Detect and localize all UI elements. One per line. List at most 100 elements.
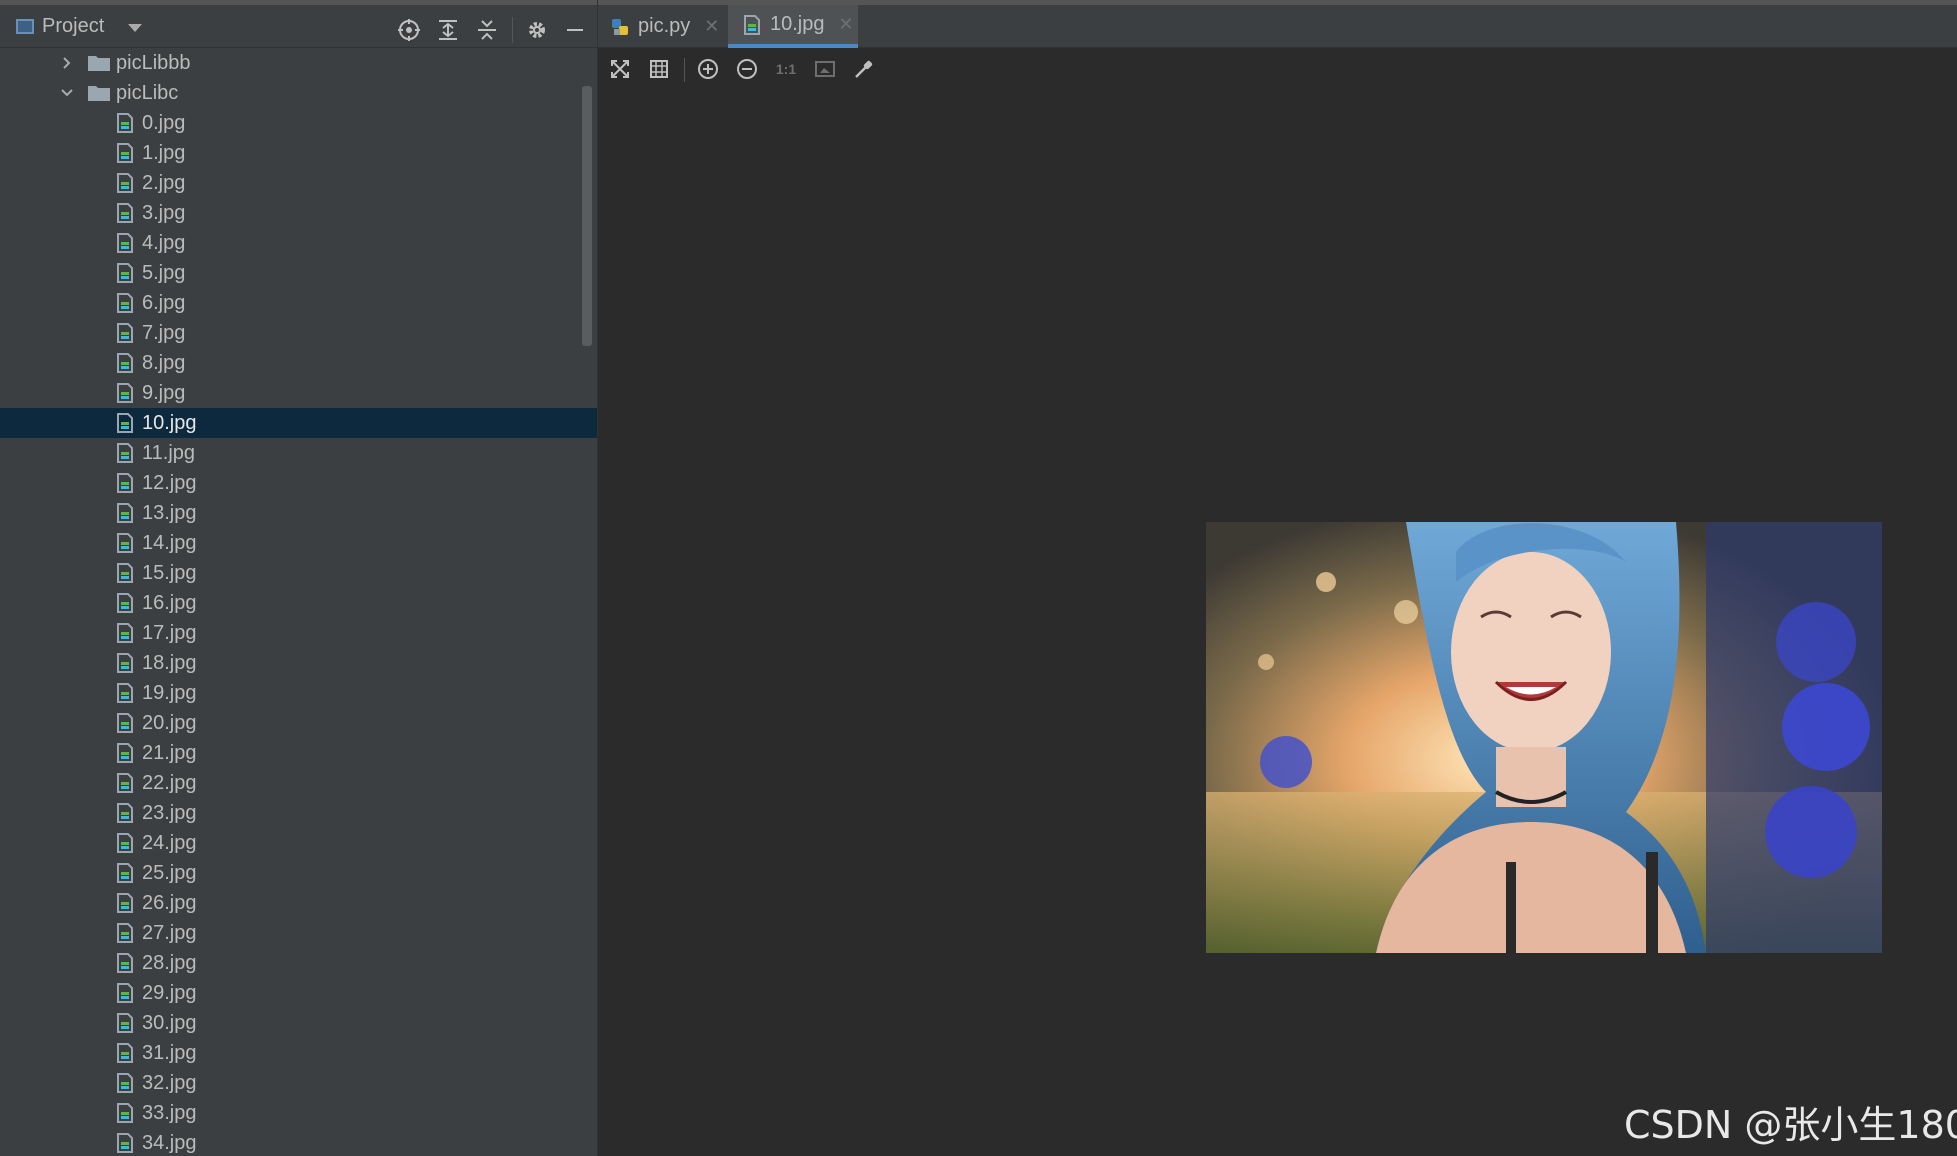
- python-file-icon: [612, 18, 628, 35]
- actual-size-icon[interactable]: 1:1: [774, 57, 798, 81]
- chevron-down-icon: [128, 23, 143, 32]
- tree-file-item[interactable]: 26.jpg: [0, 888, 597, 918]
- image-file-icon: [117, 413, 133, 433]
- tree-file-item[interactable]: 23.jpg: [0, 798, 597, 828]
- close-icon[interactable]: ✕: [704, 16, 719, 37]
- image-file-icon: [117, 323, 133, 343]
- image-file-icon: [744, 14, 760, 35]
- editor-tabs: pic.py ✕ 10.jpg ✕: [598, 0, 1957, 48]
- image-file-icon: [117, 383, 133, 403]
- image-editor-toolbar: 1:1: [598, 48, 1957, 90]
- tree-file-item[interactable]: 2.jpg: [0, 168, 597, 198]
- tree-file-item[interactable]: 27.jpg: [0, 918, 597, 948]
- tree-file-item[interactable]: 3.jpg: [0, 198, 597, 228]
- image-file-icon: [117, 473, 133, 493]
- tree-file-item[interactable]: 32.jpg: [0, 1068, 597, 1098]
- tree-file-item[interactable]: 34.jpg: [0, 1128, 597, 1156]
- zoom-in-icon[interactable]: [696, 57, 720, 81]
- tree-file-item[interactable]: 18.jpg: [0, 648, 597, 678]
- image-file-icon: [117, 233, 133, 253]
- tree-folder-piclibc[interactable]: picLibc: [0, 78, 597, 108]
- close-icon[interactable]: ✕: [839, 14, 854, 35]
- tree-file-item[interactable]: 0.jpg: [0, 108, 597, 138]
- image-file-icon: [117, 443, 133, 463]
- zoom-out-icon[interactable]: [735, 57, 759, 81]
- background-icon[interactable]: [813, 57, 837, 81]
- locate-icon[interactable]: [396, 17, 422, 43]
- tree-file-item[interactable]: 8.jpg: [0, 348, 597, 378]
- tree-file-item[interactable]: 12.jpg: [0, 468, 597, 498]
- grid-icon[interactable]: [647, 57, 671, 81]
- tree-file-item[interactable]: 13.jpg: [0, 498, 597, 528]
- collapse-all-icon[interactable]: [474, 17, 500, 43]
- file-name: 26.jpg: [142, 892, 197, 914]
- tree-folder-piclibbb[interactable]: picLibbb: [0, 48, 597, 78]
- image-file-icon: [117, 683, 133, 703]
- tree-file-item[interactable]: 16.jpg: [0, 588, 597, 618]
- tab-pic-py[interactable]: pic.py ✕: [610, 5, 729, 48]
- file-name: 31.jpg: [142, 1042, 197, 1064]
- tree-scrollbar[interactable]: [582, 86, 592, 346]
- tree-file-item[interactable]: 6.jpg: [0, 288, 597, 318]
- tree-file-item[interactable]: 5.jpg: [0, 258, 597, 288]
- minimize-icon[interactable]: [562, 17, 588, 43]
- tree-file-item[interactable]: 9.jpg: [0, 378, 597, 408]
- chevron-right-icon[interactable]: [60, 56, 74, 70]
- image-file-icon: [117, 113, 133, 133]
- file-name: 1.jpg: [142, 142, 186, 164]
- file-name: 33.jpg: [142, 1102, 197, 1124]
- image-file-icon: [117, 563, 133, 583]
- project-view-selector[interactable]: Project: [16, 15, 143, 38]
- color-picker-icon[interactable]: [852, 57, 876, 81]
- toolbar-separator: [684, 58, 685, 82]
- tree-file-item[interactable]: 7.jpg: [0, 318, 597, 348]
- tree-file-item[interactable]: 15.jpg: [0, 558, 597, 588]
- file-name: 10.jpg: [142, 412, 197, 434]
- file-name: 19.jpg: [142, 682, 197, 704]
- tab-10-jpg[interactable]: 10.jpg ✕: [728, 5, 858, 48]
- gear-icon[interactable]: [524, 17, 550, 43]
- file-name: 22.jpg: [142, 772, 197, 794]
- tree-file-item[interactable]: 10.jpg: [0, 408, 597, 438]
- tree-file-item[interactable]: 21.jpg: [0, 738, 597, 768]
- image-file-icon: [117, 893, 133, 913]
- file-name: 28.jpg: [142, 952, 197, 974]
- file-name: 2.jpg: [142, 172, 186, 194]
- tree-file-item[interactable]: 11.jpg: [0, 438, 597, 468]
- header-separator: [512, 17, 513, 43]
- image-file-icon: [117, 173, 133, 193]
- folder-name: picLibbb: [116, 52, 191, 74]
- folder-icon: [88, 86, 110, 101]
- tree-file-item[interactable]: 28.jpg: [0, 948, 597, 978]
- project-window-icon: [16, 19, 34, 34]
- image-file-icon: [117, 533, 133, 553]
- tree-file-item[interactable]: 4.jpg: [0, 228, 597, 258]
- expand-all-icon[interactable]: [435, 17, 461, 43]
- tree-file-item[interactable]: 17.jpg: [0, 618, 597, 648]
- file-name: 4.jpg: [142, 232, 186, 254]
- image-file-icon: [117, 293, 133, 313]
- tree-file-item[interactable]: 24.jpg: [0, 828, 597, 858]
- tree-file-item[interactable]: 29.jpg: [0, 978, 597, 1008]
- tree-file-item[interactable]: 31.jpg: [0, 1038, 597, 1068]
- tree-file-item[interactable]: 20.jpg: [0, 708, 597, 738]
- fit-window-icon[interactable]: [608, 57, 632, 81]
- image-file-icon: [117, 1073, 133, 1093]
- tree-file-item[interactable]: 1.jpg: [0, 138, 597, 168]
- tree-file-item[interactable]: 30.jpg: [0, 1008, 597, 1038]
- tree-file-item[interactable]: 25.jpg: [0, 858, 597, 888]
- file-name: 0.jpg: [142, 112, 186, 134]
- tree-file-item[interactable]: 19.jpg: [0, 678, 597, 708]
- image-file-icon: [117, 833, 133, 853]
- tree-file-item[interactable]: 22.jpg: [0, 768, 597, 798]
- file-name: 16.jpg: [142, 592, 197, 614]
- tree-file-item[interactable]: 33.jpg: [0, 1098, 597, 1128]
- chevron-down-icon[interactable]: [60, 86, 74, 100]
- image-file-icon: [117, 713, 133, 733]
- tree-file-item[interactable]: 14.jpg: [0, 528, 597, 558]
- image-file-icon: [117, 263, 133, 283]
- file-name: 14.jpg: [142, 532, 197, 554]
- image-file-icon: [117, 143, 133, 163]
- image-file-icon: [117, 1013, 133, 1033]
- file-name: 23.jpg: [142, 802, 197, 824]
